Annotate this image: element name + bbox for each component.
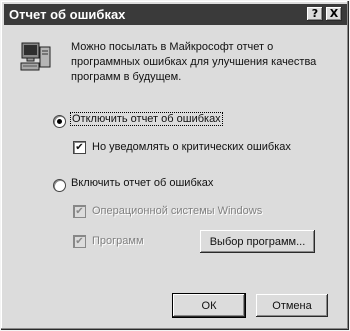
program-errors-checkbox[interactable]: ✔ [73,235,86,248]
help-button[interactable]: ? [307,7,323,21]
computer-icon [20,42,51,71]
choose-programs-button[interactable]: Выбор программ... [200,230,315,253]
enable-report-radio[interactable] [53,179,66,192]
title-bar[interactable]: Отчет об ошибках ? X [4,4,347,25]
program-errors-label[interactable]: Программ [92,235,144,247]
enable-report-label[interactable]: Включить отчет об ошибках [71,177,213,189]
os-errors-checkbox[interactable]: ✔ [73,205,86,218]
ok-button[interactable]: ОК [173,294,245,317]
close-button[interactable]: X [326,7,342,21]
info-text: Можно посылать в Майкрософт отчет о прог… [71,41,317,83]
window-title: Отчет об ошибках [9,7,126,22]
error-report-dialog: Отчет об ошибках ? X Можно посылать в Ма… [0,0,350,331]
disable-report-label[interactable]: Отключить отчет об ошибках [70,112,223,126]
os-errors-label[interactable]: Операционной системы Windows [92,205,262,217]
cancel-button[interactable]: Отмена [256,294,328,317]
disable-report-radio[interactable] [53,115,66,128]
notify-critical-label[interactable]: Но уведомлять о критических ошибках [92,141,291,153]
notify-critical-checkbox[interactable]: ✔ [73,141,86,154]
